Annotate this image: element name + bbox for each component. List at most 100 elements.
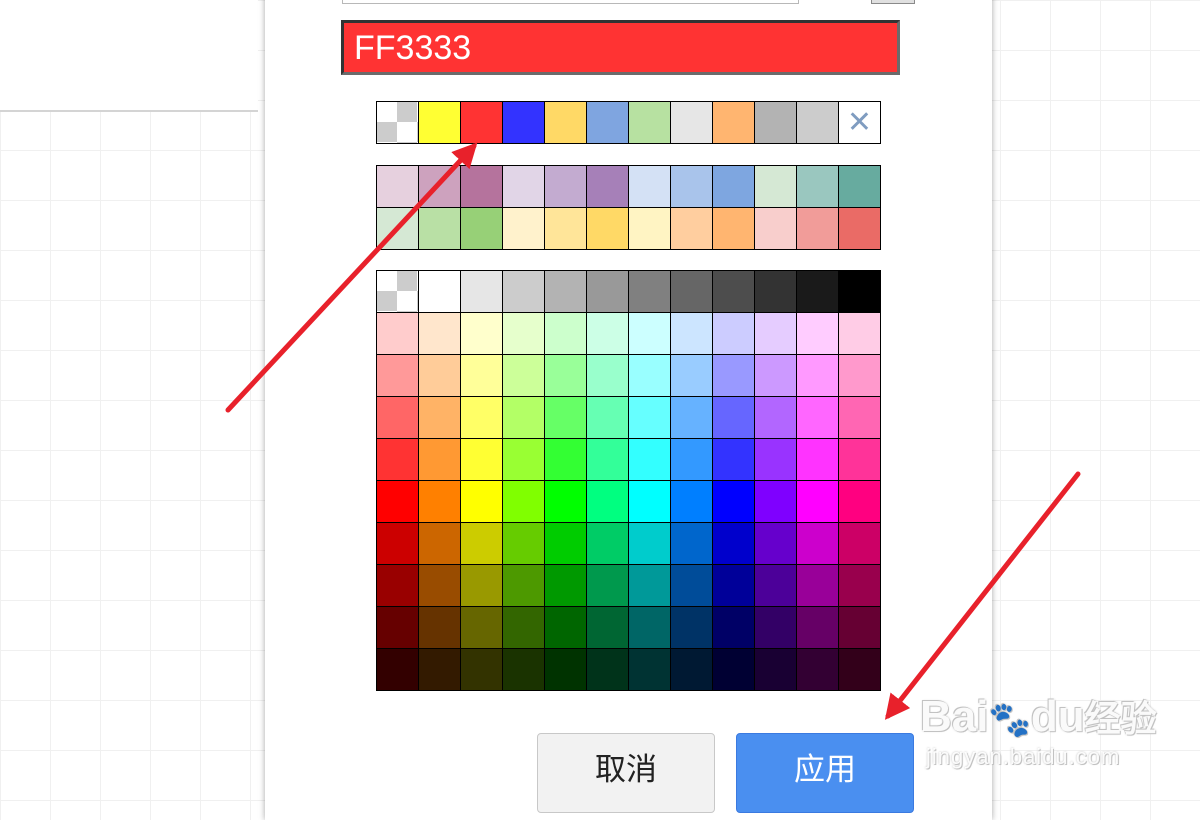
palette-color-swatch[interactable] (503, 271, 545, 313)
palette-color-swatch[interactable] (839, 523, 881, 565)
palette-color-swatch[interactable] (755, 523, 797, 565)
palette-color-swatch[interactable] (545, 607, 587, 649)
palette-color-swatch[interactable] (461, 523, 503, 565)
palette-color-swatch[interactable] (755, 439, 797, 481)
preset-color-swatch[interactable] (503, 166, 545, 208)
palette-color-swatch[interactable] (629, 355, 671, 397)
palette-color-swatch[interactable] (419, 523, 461, 565)
palette-color-swatch[interactable] (755, 355, 797, 397)
palette-color-swatch[interactable] (797, 607, 839, 649)
palette-color-swatch[interactable] (671, 439, 713, 481)
palette-color-swatch[interactable] (377, 355, 419, 397)
palette-color-swatch[interactable] (755, 397, 797, 439)
palette-color-swatch[interactable] (713, 397, 755, 439)
palette-color-swatch[interactable] (713, 313, 755, 355)
palette-color-swatch[interactable] (503, 397, 545, 439)
palette-color-swatch[interactable] (839, 313, 881, 355)
preset-color-swatch[interactable] (755, 208, 797, 250)
palette-color-swatch[interactable] (503, 481, 545, 523)
recent-color-swatch[interactable] (419, 102, 461, 144)
palette-color-swatch[interactable] (419, 565, 461, 607)
palette-color-swatch[interactable] (629, 607, 671, 649)
palette-color-swatch[interactable] (671, 649, 713, 691)
cancel-button[interactable]: 取消 (537, 733, 715, 813)
palette-color-swatch[interactable] (587, 397, 629, 439)
palette-color-swatch[interactable] (797, 649, 839, 691)
palette-color-swatch[interactable] (671, 355, 713, 397)
preset-color-swatch[interactable] (839, 166, 881, 208)
palette-color-swatch[interactable] (797, 439, 839, 481)
transparent-color-swatch[interactable] (377, 102, 419, 144)
palette-color-swatch[interactable] (839, 607, 881, 649)
recent-color-swatch[interactable] (461, 102, 503, 144)
palette-color-swatch[interactable] (503, 649, 545, 691)
palette-color-swatch[interactable] (545, 397, 587, 439)
palette-color-swatch[interactable] (377, 649, 419, 691)
recent-color-swatch[interactable] (797, 102, 839, 144)
palette-color-swatch[interactable] (755, 565, 797, 607)
palette-color-swatch[interactable] (671, 607, 713, 649)
palette-color-swatch[interactable] (545, 271, 587, 313)
palette-color-swatch[interactable] (839, 649, 881, 691)
transparent-color-swatch[interactable] (377, 271, 419, 313)
palette-color-swatch[interactable] (377, 439, 419, 481)
preset-color-swatch[interactable] (629, 208, 671, 250)
palette-color-swatch[interactable] (713, 607, 755, 649)
palette-color-swatch[interactable] (587, 649, 629, 691)
palette-color-swatch[interactable] (839, 439, 881, 481)
preset-color-swatch[interactable] (419, 208, 461, 250)
palette-color-swatch[interactable] (713, 649, 755, 691)
palette-color-swatch[interactable] (587, 313, 629, 355)
palette-color-swatch[interactable] (629, 523, 671, 565)
apply-button[interactable]: 应用 (736, 733, 914, 813)
palette-color-swatch[interactable] (461, 649, 503, 691)
preset-color-swatch[interactable] (545, 208, 587, 250)
palette-color-swatch[interactable] (671, 313, 713, 355)
recent-color-swatch[interactable] (755, 102, 797, 144)
palette-color-swatch[interactable] (671, 397, 713, 439)
palette-color-swatch[interactable] (419, 313, 461, 355)
palette-color-swatch[interactable] (377, 523, 419, 565)
palette-color-swatch[interactable] (587, 355, 629, 397)
palette-color-swatch[interactable] (629, 439, 671, 481)
palette-color-swatch[interactable] (587, 271, 629, 313)
preset-color-swatch[interactable] (713, 166, 755, 208)
preset-color-swatch[interactable] (503, 208, 545, 250)
palette-color-swatch[interactable] (629, 565, 671, 607)
palette-color-swatch[interactable] (629, 271, 671, 313)
palette-color-swatch[interactable] (587, 439, 629, 481)
recent-color-swatch[interactable] (671, 102, 713, 144)
palette-color-swatch[interactable] (503, 313, 545, 355)
palette-color-swatch[interactable] (839, 355, 881, 397)
preset-color-swatch[interactable] (461, 166, 503, 208)
hex-color-input[interactable]: FF3333 (341, 20, 900, 75)
palette-color-swatch[interactable] (545, 565, 587, 607)
palette-color-swatch[interactable] (377, 565, 419, 607)
palette-color-swatch[interactable] (671, 271, 713, 313)
palette-color-swatch[interactable] (797, 271, 839, 313)
palette-color-swatch[interactable] (755, 313, 797, 355)
palette-color-swatch[interactable] (755, 649, 797, 691)
palette-color-swatch[interactable] (839, 565, 881, 607)
palette-color-swatch[interactable] (587, 481, 629, 523)
palette-color-swatch[interactable] (461, 439, 503, 481)
palette-color-swatch[interactable] (713, 481, 755, 523)
palette-color-swatch[interactable] (797, 313, 839, 355)
palette-color-swatch[interactable] (797, 523, 839, 565)
palette-color-swatch[interactable] (545, 355, 587, 397)
partial-color-swatch[interactable] (871, 0, 915, 4)
palette-color-swatch[interactable] (839, 397, 881, 439)
preset-color-swatch[interactable] (377, 208, 419, 250)
preset-color-swatch[interactable] (713, 208, 755, 250)
partial-input-field[interactable] (342, 0, 799, 4)
palette-color-swatch[interactable] (503, 523, 545, 565)
no-color-swatch[interactable]: ✕ (839, 102, 881, 144)
palette-color-swatch[interactable] (629, 649, 671, 691)
palette-color-swatch[interactable] (545, 649, 587, 691)
palette-color-swatch[interactable] (545, 439, 587, 481)
palette-color-swatch[interactable] (545, 523, 587, 565)
palette-color-swatch[interactable] (503, 607, 545, 649)
palette-color-swatch[interactable] (629, 313, 671, 355)
palette-color-swatch[interactable] (713, 355, 755, 397)
preset-color-swatch[interactable] (797, 166, 839, 208)
